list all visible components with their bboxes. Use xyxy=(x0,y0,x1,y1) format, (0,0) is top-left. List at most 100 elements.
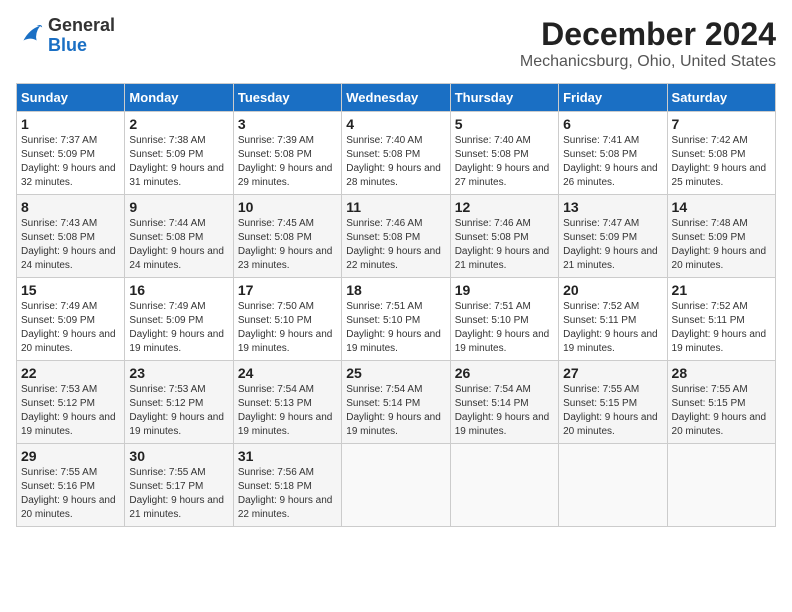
calendar-cell: 29 Sunrise: 7:55 AMSunset: 5:16 PMDaylig… xyxy=(17,444,125,527)
day-info: Sunrise: 7:45 AMSunset: 5:08 PMDaylight:… xyxy=(238,218,333,271)
day-number: 11 xyxy=(346,199,445,215)
day-number: 27 xyxy=(563,365,662,381)
day-info: Sunrise: 7:52 AMSunset: 5:11 PMDaylight:… xyxy=(672,301,767,354)
day-number: 20 xyxy=(563,282,662,298)
day-number: 1 xyxy=(21,116,120,132)
calendar-cell: 10 Sunrise: 7:45 AMSunset: 5:08 PMDaylig… xyxy=(233,195,341,278)
day-number: 3 xyxy=(238,116,337,132)
col-wednesday: Wednesday xyxy=(342,84,450,112)
day-number: 26 xyxy=(455,365,554,381)
day-info: Sunrise: 7:50 AMSunset: 5:10 PMDaylight:… xyxy=(238,301,333,354)
day-number: 18 xyxy=(346,282,445,298)
calendar-cell: 13 Sunrise: 7:47 AMSunset: 5:09 PMDaylig… xyxy=(559,195,667,278)
day-info: Sunrise: 7:48 AMSunset: 5:09 PMDaylight:… xyxy=(672,218,767,271)
day-info: Sunrise: 7:43 AMSunset: 5:08 PMDaylight:… xyxy=(21,218,116,271)
day-number: 8 xyxy=(21,199,120,215)
calendar-cell: 12 Sunrise: 7:46 AMSunset: 5:08 PMDaylig… xyxy=(450,195,558,278)
calendar-cell: 1 Sunrise: 7:37 AMSunset: 5:09 PMDayligh… xyxy=(17,112,125,195)
day-number: 22 xyxy=(21,365,120,381)
day-info: Sunrise: 7:56 AMSunset: 5:18 PMDaylight:… xyxy=(238,467,333,520)
calendar-cell: 20 Sunrise: 7:52 AMSunset: 5:11 PMDaylig… xyxy=(559,278,667,361)
col-sunday: Sunday xyxy=(17,84,125,112)
calendar-cell: 28 Sunrise: 7:55 AMSunset: 5:15 PMDaylig… xyxy=(667,361,775,444)
calendar-cell: 11 Sunrise: 7:46 AMSunset: 5:08 PMDaylig… xyxy=(342,195,450,278)
day-info: Sunrise: 7:46 AMSunset: 5:08 PMDaylight:… xyxy=(346,218,441,271)
day-number: 24 xyxy=(238,365,337,381)
day-info: Sunrise: 7:40 AMSunset: 5:08 PMDaylight:… xyxy=(455,135,550,188)
day-info: Sunrise: 7:55 AMSunset: 5:15 PMDaylight:… xyxy=(672,384,767,437)
col-thursday: Thursday xyxy=(450,84,558,112)
week-row-1: 1 Sunrise: 7:37 AMSunset: 5:09 PMDayligh… xyxy=(17,112,776,195)
day-info: Sunrise: 7:42 AMSunset: 5:08 PMDaylight:… xyxy=(672,135,767,188)
day-info: Sunrise: 7:52 AMSunset: 5:11 PMDaylight:… xyxy=(563,301,658,354)
logo-general: General xyxy=(48,15,115,35)
logo: General Blue xyxy=(16,16,115,56)
calendar-cell: 22 Sunrise: 7:53 AMSunset: 5:12 PMDaylig… xyxy=(17,361,125,444)
header: General Blue December 2024 Mechanicsburg… xyxy=(16,16,776,71)
calendar-cell xyxy=(342,444,450,527)
week-row-2: 8 Sunrise: 7:43 AMSunset: 5:08 PMDayligh… xyxy=(17,195,776,278)
day-number: 16 xyxy=(129,282,228,298)
title-block: December 2024 Mechanicsburg, Ohio, Unite… xyxy=(520,16,776,71)
calendar-cell: 3 Sunrise: 7:39 AMSunset: 5:08 PMDayligh… xyxy=(233,112,341,195)
calendar-cell: 4 Sunrise: 7:40 AMSunset: 5:08 PMDayligh… xyxy=(342,112,450,195)
calendar-cell: 9 Sunrise: 7:44 AMSunset: 5:08 PMDayligh… xyxy=(125,195,233,278)
day-info: Sunrise: 7:41 AMSunset: 5:08 PMDaylight:… xyxy=(563,135,658,188)
day-number: 14 xyxy=(672,199,771,215)
calendar-cell: 8 Sunrise: 7:43 AMSunset: 5:08 PMDayligh… xyxy=(17,195,125,278)
calendar-cell: 19 Sunrise: 7:51 AMSunset: 5:10 PMDaylig… xyxy=(450,278,558,361)
day-number: 25 xyxy=(346,365,445,381)
week-row-5: 29 Sunrise: 7:55 AMSunset: 5:16 PMDaylig… xyxy=(17,444,776,527)
calendar-cell: 14 Sunrise: 7:48 AMSunset: 5:09 PMDaylig… xyxy=(667,195,775,278)
header-row: Sunday Monday Tuesday Wednesday Thursday… xyxy=(17,84,776,112)
day-info: Sunrise: 7:51 AMSunset: 5:10 PMDaylight:… xyxy=(346,301,441,354)
day-number: 21 xyxy=(672,282,771,298)
calendar-cell: 21 Sunrise: 7:52 AMSunset: 5:11 PMDaylig… xyxy=(667,278,775,361)
calendar-cell: 16 Sunrise: 7:49 AMSunset: 5:09 PMDaylig… xyxy=(125,278,233,361)
day-info: Sunrise: 7:54 AMSunset: 5:14 PMDaylight:… xyxy=(455,384,550,437)
main-title: December 2024 xyxy=(520,16,776,53)
calendar-cell: 6 Sunrise: 7:41 AMSunset: 5:08 PMDayligh… xyxy=(559,112,667,195)
calendar-cell: 18 Sunrise: 7:51 AMSunset: 5:10 PMDaylig… xyxy=(342,278,450,361)
day-info: Sunrise: 7:55 AMSunset: 5:17 PMDaylight:… xyxy=(129,467,224,520)
calendar-cell: 31 Sunrise: 7:56 AMSunset: 5:18 PMDaylig… xyxy=(233,444,341,527)
logo-text: General Blue xyxy=(48,16,115,56)
day-number: 6 xyxy=(563,116,662,132)
calendar-cell: 27 Sunrise: 7:55 AMSunset: 5:15 PMDaylig… xyxy=(559,361,667,444)
day-info: Sunrise: 7:37 AMSunset: 5:09 PMDaylight:… xyxy=(21,135,116,188)
day-number: 7 xyxy=(672,116,771,132)
calendar-cell xyxy=(667,444,775,527)
day-info: Sunrise: 7:51 AMSunset: 5:10 PMDaylight:… xyxy=(455,301,550,354)
calendar-cell: 2 Sunrise: 7:38 AMSunset: 5:09 PMDayligh… xyxy=(125,112,233,195)
calendar-cell xyxy=(559,444,667,527)
day-number: 19 xyxy=(455,282,554,298)
day-info: Sunrise: 7:53 AMSunset: 5:12 PMDaylight:… xyxy=(21,384,116,437)
day-number: 13 xyxy=(563,199,662,215)
calendar-cell: 23 Sunrise: 7:53 AMSunset: 5:12 PMDaylig… xyxy=(125,361,233,444)
page-container: General Blue December 2024 Mechanicsburg… xyxy=(16,16,776,527)
day-info: Sunrise: 7:55 AMSunset: 5:15 PMDaylight:… xyxy=(563,384,658,437)
day-number: 29 xyxy=(21,448,120,464)
day-info: Sunrise: 7:47 AMSunset: 5:09 PMDaylight:… xyxy=(563,218,658,271)
logo-icon xyxy=(16,20,44,53)
calendar-cell xyxy=(450,444,558,527)
day-info: Sunrise: 7:54 AMSunset: 5:13 PMDaylight:… xyxy=(238,384,333,437)
subtitle: Mechanicsburg, Ohio, United States xyxy=(520,53,776,71)
day-number: 30 xyxy=(129,448,228,464)
day-number: 23 xyxy=(129,365,228,381)
day-info: Sunrise: 7:54 AMSunset: 5:14 PMDaylight:… xyxy=(346,384,441,437)
day-number: 31 xyxy=(238,448,337,464)
day-info: Sunrise: 7:44 AMSunset: 5:08 PMDaylight:… xyxy=(129,218,224,271)
calendar-cell: 5 Sunrise: 7:40 AMSunset: 5:08 PMDayligh… xyxy=(450,112,558,195)
day-info: Sunrise: 7:53 AMSunset: 5:12 PMDaylight:… xyxy=(129,384,224,437)
day-number: 15 xyxy=(21,282,120,298)
logo-blue: Blue xyxy=(48,35,87,55)
day-info: Sunrise: 7:38 AMSunset: 5:09 PMDaylight:… xyxy=(129,135,224,188)
col-tuesday: Tuesday xyxy=(233,84,341,112)
day-number: 17 xyxy=(238,282,337,298)
day-number: 4 xyxy=(346,116,445,132)
col-monday: Monday xyxy=(125,84,233,112)
calendar-table: Sunday Monday Tuesday Wednesday Thursday… xyxy=(16,83,776,527)
day-number: 9 xyxy=(129,199,228,215)
col-saturday: Saturday xyxy=(667,84,775,112)
